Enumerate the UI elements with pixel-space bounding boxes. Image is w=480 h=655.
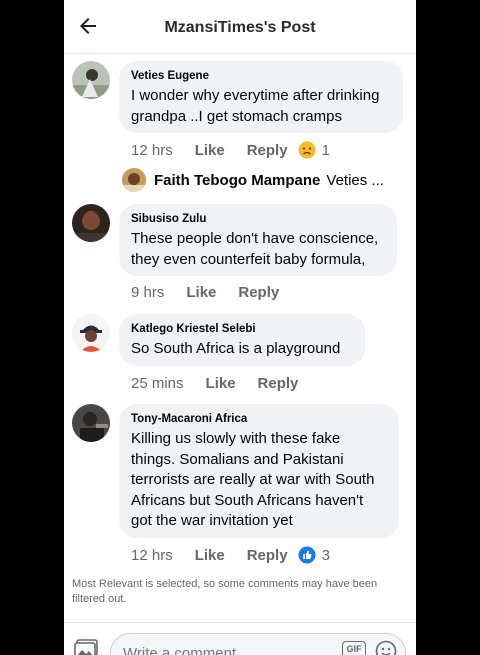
comment-text: So South Africa is a playground [131, 340, 341, 357]
reaction-count: 3 [321, 546, 330, 564]
emoji-icon[interactable] [375, 640, 397, 655]
comment-author[interactable]: Veties Eugene [131, 69, 391, 83]
like-button[interactable]: Like [206, 375, 236, 392]
avatar[interactable] [72, 61, 110, 99]
avatar[interactable] [72, 404, 110, 442]
comment-author[interactable]: Tony-Macaroni Africa [131, 412, 387, 426]
reaction-count: 1 [321, 141, 330, 159]
reply-button[interactable]: Reply [238, 284, 279, 301]
comment-bubble[interactable]: Katlego Kriestel Selebi So South Africa … [119, 314, 365, 366]
avatar [122, 168, 146, 192]
reply-snippet: Veties ... [326, 171, 384, 189]
comment-time: 25 mins [131, 374, 184, 392]
reaction-summary[interactable]: 3 [298, 546, 330, 564]
like-button[interactable]: Like [195, 142, 225, 159]
sad-reaction-icon [298, 141, 316, 159]
avatar[interactable] [72, 314, 110, 352]
comment-bubble[interactable]: Sibusiso Zulu These people don't have co… [119, 204, 397, 276]
reply-button[interactable]: Reply [258, 375, 299, 392]
comment-actions: 9 hrs Like Reply [131, 282, 301, 302]
comment-author[interactable]: Katlego Kriestel Selebi [131, 322, 353, 336]
comment-actions: 25 mins Like Reply [131, 373, 320, 393]
comment-actions: 12 hrs Like Reply 1 [131, 140, 330, 160]
reaction-summary[interactable]: 1 [298, 141, 330, 159]
post-screen: MzansiTimes's Post Veties Eugene I wonde… [64, 0, 416, 655]
comment-time: 12 hrs [131, 141, 173, 159]
comment-bubble[interactable]: Veties Eugene I wonder why everytime aft… [119, 61, 403, 133]
like-button[interactable]: Like [186, 284, 216, 301]
comment-text: These people don't have conscience, they… [131, 230, 379, 268]
like-reaction-icon [298, 546, 316, 564]
filter-notice: Most Relevant is selected, so some comme… [72, 578, 378, 605]
gif-button[interactable]: GIF [342, 641, 366, 655]
comment-time: 9 hrs [131, 283, 165, 301]
comment-time: 12 hrs [131, 546, 173, 564]
page-title: MzansiTimes's Post [164, 19, 316, 36]
avatar[interactable] [72, 204, 110, 242]
reply-button[interactable]: Reply [247, 547, 288, 564]
comment-actions: 12 hrs Like Reply 3 [131, 545, 330, 565]
reply-author[interactable]: Faith Tebogo Mampane [154, 172, 320, 189]
reply-preview[interactable]: Faith Tebogo Mampane Veties ... [122, 168, 402, 192]
like-button[interactable]: Like [195, 547, 225, 564]
photo-icon[interactable] [74, 639, 98, 655]
comment-bubble[interactable]: Tony-Macaroni Africa Killing us slowly w… [119, 404, 399, 538]
post-header: MzansiTimes's Post [64, 0, 416, 54]
comment-composer: GIF [64, 622, 416, 655]
comment-text: I wonder why everytime after drinking gr… [131, 87, 380, 125]
reply-button[interactable]: Reply [247, 142, 288, 159]
comment-author[interactable]: Sibusiso Zulu [131, 212, 385, 226]
comment-text: Killing us slowly with these fake things… [131, 430, 375, 529]
